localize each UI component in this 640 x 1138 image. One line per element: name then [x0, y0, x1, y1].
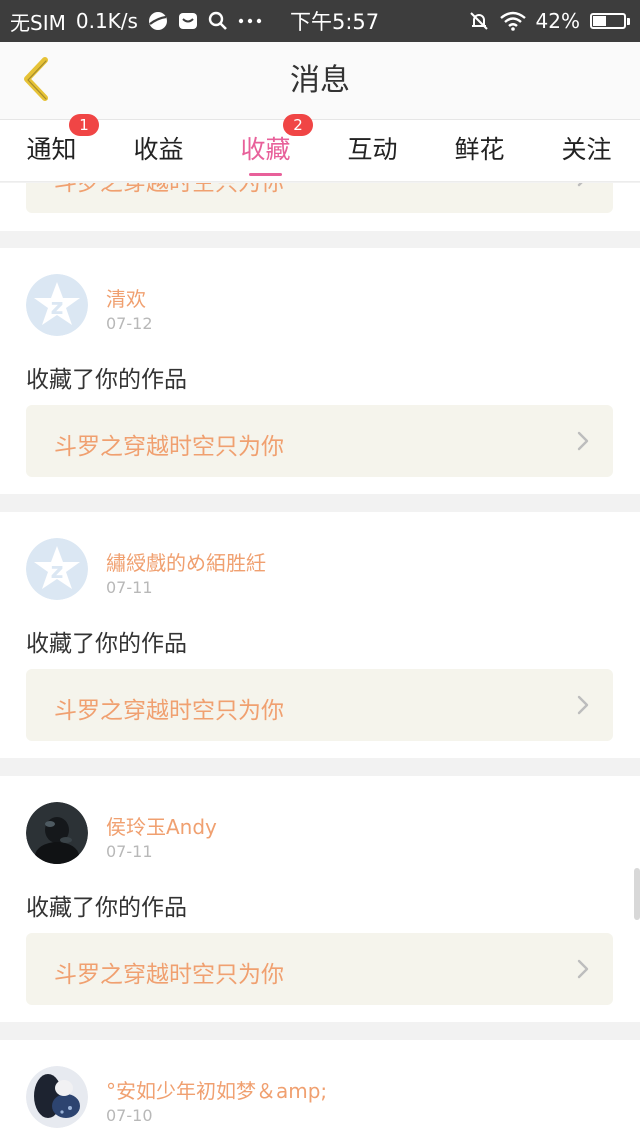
tab-flowers[interactable]: 鲜花	[426, 120, 533, 182]
chevron-right-icon	[577, 959, 589, 983]
work-link[interactable]: 斗罗之穿越时空只为你	[26, 183, 613, 213]
active-tab-indicator	[249, 173, 282, 176]
list-item: z 繡綬戲的め絔胜紝 07-11 收藏了你的作品 斗罗之穿越时空只为你	[0, 512, 640, 758]
tab-label: 互动	[347, 135, 398, 164]
chevron-right-icon	[577, 695, 589, 719]
carrier-label: 无SIM	[10, 10, 66, 35]
more-icon	[238, 11, 262, 31]
username[interactable]: °安如少年初如梦＆amp;	[106, 1075, 327, 1104]
timestamp: 07-11	[106, 842, 153, 861]
list-item: z 清欢 07-12 收藏了你的作品 斗罗之穿越时空只为你	[0, 248, 640, 494]
work-title: 斗罗之穿越时空只为你	[54, 962, 284, 988]
action-text: 收藏了你的作品	[26, 367, 187, 393]
message-icon	[178, 11, 198, 31]
network-speed: 0.1K/s	[75, 9, 138, 33]
list-item: 侯玲玉Andy 07-11 收藏了你的作品 斗罗之穿越时空只为你	[0, 776, 640, 1022]
timestamp: 07-12	[106, 314, 153, 333]
status-time: 下午5:57	[289, 10, 380, 34]
action-text: 收藏了你的作品	[26, 631, 187, 657]
avatar[interactable]	[26, 1066, 88, 1128]
tab-favorites[interactable]: 收藏 2	[212, 114, 319, 182]
nav-bar: 消息	[0, 42, 640, 120]
avatar[interactable]: z	[26, 538, 88, 600]
tab-label: 关注	[561, 135, 612, 164]
avatar[interactable]: z	[26, 274, 88, 336]
battery-percent: 42%	[535, 9, 580, 33]
timestamp: 07-11	[106, 578, 153, 597]
tab-earnings[interactable]: 收益	[105, 120, 212, 182]
svg-text:z: z	[51, 295, 64, 320]
work-title: 斗罗之穿越时空只为你	[54, 698, 284, 724]
avatar[interactable]	[26, 802, 88, 864]
tab-follows[interactable]: 关注	[533, 120, 640, 182]
work-link[interactable]: 斗罗之穿越时空只为你	[26, 405, 613, 477]
username[interactable]: 繡綬戲的め絔胜紝	[106, 547, 266, 576]
work-link[interactable]: 斗罗之穿越时空只为你	[26, 669, 613, 741]
wifi-icon	[499, 11, 526, 31]
tab-label: 收益	[133, 135, 184, 164]
tab-interactions[interactable]: 互动	[319, 120, 426, 182]
battery-icon	[590, 13, 630, 29]
username[interactable]: 清欢	[106, 283, 146, 312]
tab-badge: 2	[283, 114, 313, 136]
status-bar: 无SIM 0.1K/s 下午5:57 42%	[0, 0, 640, 42]
svg-text:z: z	[51, 559, 64, 584]
tab-badge: 1	[69, 114, 99, 136]
work-title: 斗罗之穿越时空只为你	[54, 434, 284, 460]
alarm-off-icon	[468, 10, 490, 32]
username[interactable]: 侯玲玉Andy	[106, 811, 217, 840]
list-item: °安如少年初如梦＆amp; 07-10	[0, 1040, 640, 1138]
chevron-right-icon	[577, 431, 589, 455]
tab-bar: 通知 1 收益 收藏 2 互动 鲜花 关注	[0, 114, 640, 182]
chevron-right-icon	[577, 183, 589, 191]
work-title: 斗罗之穿越时空只为你	[54, 183, 284, 196]
message-list[interactable]: 斗罗之穿越时空只为你 z 清欢 07-12 收藏了你的作品 斗罗之穿越时空只为你…	[0, 183, 640, 1138]
timestamp: 07-10	[106, 1106, 153, 1125]
action-text: 收藏了你的作品	[26, 895, 187, 921]
page-title: 消息	[290, 63, 350, 98]
tab-notifications[interactable]: 通知 1	[0, 114, 105, 182]
search-icon	[208, 11, 228, 31]
scrollbar[interactable]	[634, 868, 640, 920]
tab-label: 鲜花	[454, 135, 505, 164]
list-item: 斗罗之穿越时空只为你	[0, 183, 640, 231]
work-link[interactable]: 斗罗之穿越时空只为你	[26, 933, 613, 1005]
browser-icon	[148, 11, 168, 31]
